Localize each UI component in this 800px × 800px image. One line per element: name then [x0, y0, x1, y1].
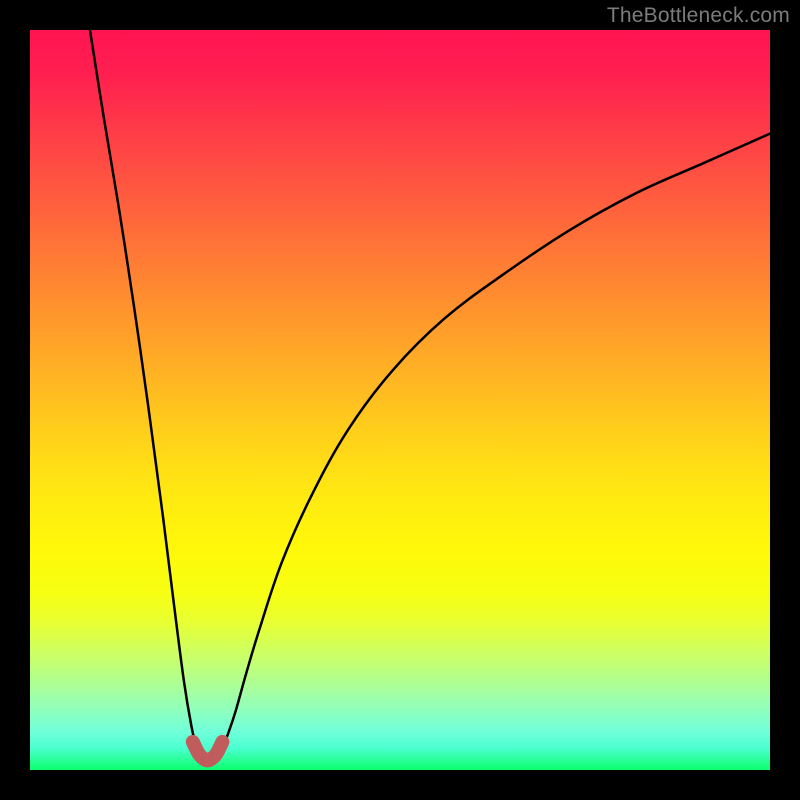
- plot-area: [30, 30, 770, 770]
- curve-right-branch: [219, 134, 770, 756]
- curve-highlight-trough: [193, 742, 223, 761]
- curve-left-branch: [90, 30, 200, 755]
- chart-frame: TheBottleneck.com: [0, 0, 800, 800]
- curves-svg: [30, 30, 770, 770]
- watermark-text: TheBottleneck.com: [607, 4, 790, 28]
